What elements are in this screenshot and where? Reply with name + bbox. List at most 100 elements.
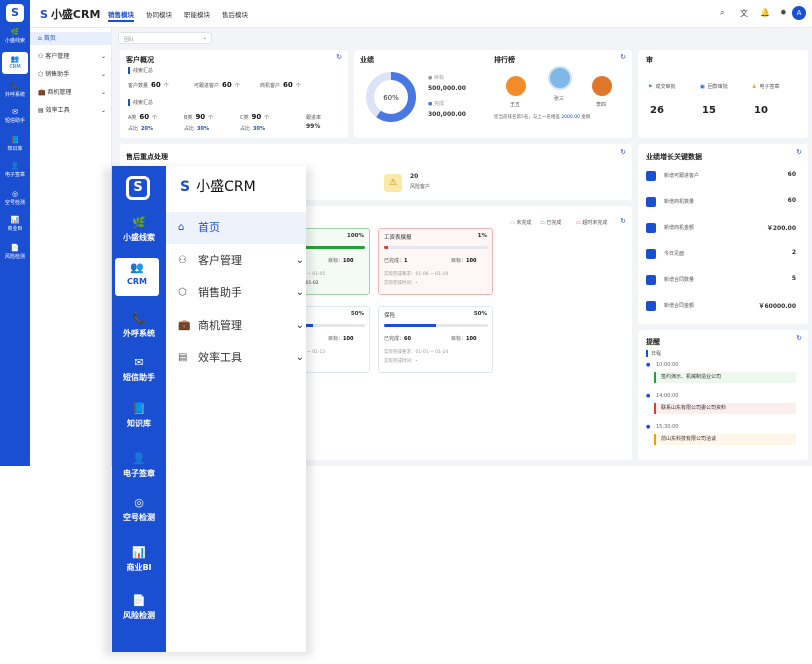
conversion-value: 99% [306,123,321,130]
front-menu-item-customer[interactable]: ⚇ 客户管理 ⌄ [166,245,306,277]
rail-item-leads[interactable]: 🌿 小盛线索 [0,28,30,44]
esign-icon: 👤 [132,452,146,465]
growth-label: 今日见面 [664,251,685,257]
refresh-icon[interactable]: ↻ [620,148,626,156]
reminder-item[interactable]: 签约演示、机械制造业公司 [654,372,796,383]
menu-item-sales-assistant[interactable]: ⬡ 销售助手 ⌄ [30,68,112,81]
front-rail-item-risk[interactable]: 📄 风险检测 [112,594,166,621]
target-label: 目标： [451,336,467,342]
team-filter[interactable]: 团队 ⌄ [118,32,212,44]
front-menu-item-tools[interactable]: ▤ 效率工具 ⌄ [166,342,306,374]
translate-icon[interactable]: 文 [740,8,748,19]
app-logo-icon: S [6,4,24,22]
menu-label: 商机管理 [47,89,72,96]
refresh-icon[interactable]: ↻ [620,217,626,225]
rail-item-sms[interactable]: ✉ 短信助手 [0,108,30,124]
category-unit: 个 [208,115,214,121]
growth-label: 新增可跟进客户 [664,173,700,179]
timeline-dot-icon: ● [646,362,651,368]
actual-label: 实际完成时间： [384,359,416,364]
avatar[interactable]: A [792,6,806,20]
performance-title: 业绩 [360,56,374,64]
rank-gap-unit: 金额 [581,115,591,120]
bi-icon: 📊 [10,216,20,224]
rail-item-numcheck[interactable]: ◎ 空号检测 [0,190,30,206]
bell-icon[interactable]: 🔔 [760,8,770,17]
done-label: 已完成： [384,336,405,342]
topnav-aftersales[interactable]: 售后模块 [222,9,248,19]
menu-item-home[interactable]: ⌂ 首页 [30,32,112,45]
rail-label: CRM [9,64,21,70]
front-menu-label: 商机管理 [198,318,242,332]
front-brand: S 小盛CRM [180,176,256,196]
rail-item-risk[interactable]: 📄 风险检测 [0,244,30,260]
legend-done-label: 已完成 [546,220,562,226]
legend-overdue-label: 超时未完成 [582,220,608,226]
required-label: 实际完成要求： [384,272,416,277]
front-rail-item-leads[interactable]: 🌿 小盛线索 [112,216,166,243]
legend-done: ▭ 已完成 [540,220,562,226]
rail-item-crm[interactable]: 👥 CRM [2,52,28,74]
seal-icon: ♟ [752,84,757,90]
rail-label: 小盛线索 [4,38,25,44]
menu-item-tools[interactable]: ▤ 效率工具 ⌄ [30,104,112,117]
approval-item[interactable]: ▣ 回款审批 [700,83,728,90]
rail-label: 外呼系统 [4,92,25,98]
share-label: 占比 [240,126,251,132]
front-rail-item-crm[interactable]: 👥 CRM [115,258,159,296]
refresh-icon[interactable]: ↻ [336,53,342,61]
task-progress [384,246,488,249]
rail-item-callcenter[interactable]: 📞 外呼系统 [0,82,30,98]
receipt-icon: ▣ [700,84,705,90]
menu-item-opportunity[interactable]: 💼 商机管理 ⌄ [30,86,112,99]
menu-item-customer[interactable]: ⚇ 客户管理 ⌄ [30,50,112,63]
growth-value: 60 [787,171,796,178]
customer-overview-card: 客户概况 ↻ 线索汇总 客户数量 60 个可跟进客户 60 个商机客户 60 个 线索汇总 … [120,50,348,138]
topnav-function[interactable]: 职能模块 [184,9,210,19]
front-menu-item-home[interactable]: ⌂ 首页 [166,212,306,244]
front-menu-item-sales-assistant[interactable]: ⬡ 销售助手 ⌄ [166,277,306,309]
refresh-icon[interactable]: ↻ [796,334,802,342]
task-card[interactable]: 保险 50% 已完成：60 目标：100 实际完成要求：01-01 ~ 01-24 实际完… [378,306,493,373]
front-rail-item-numcheck[interactable]: ◎ 空号检测 [112,496,166,523]
numcheck-icon: ◎ [11,190,19,198]
front-brand-name: 小盛CRM [196,179,256,195]
stat-label: 客户数量 [128,83,149,89]
rail-item-knowledge[interactable]: 📘 知识库 [0,136,30,152]
overview-stat: 可跟进客户 60 个 [194,81,240,89]
task-card[interactable]: 工资表撰报 1% 已完成：1 目标：100 实际完成要求：01-06 ~ 01-10 实际… [378,228,493,295]
rail-item-esign[interactable]: 👤 电子签章 [0,162,30,178]
front-rail-item-bi[interactable]: 📊 商业BI [112,546,166,573]
approval-item[interactable]: ⚑ 成交审批 [648,83,676,90]
customer-icon: ⚇ [178,254,187,266]
topnav-collab[interactable]: 协同模块 [146,9,172,19]
overview-section-1: 线索汇总 [128,67,153,74]
front-rail-item-knowledge[interactable]: 📘 知识库 [112,402,166,429]
front-rail-item-esign[interactable]: 👤 电子签章 [112,452,166,479]
task-title: 工资表撰报 [384,235,412,241]
growth-title: 业绩增长关键数据 [646,153,702,161]
rail-item-bi[interactable]: 📊 商业BI [0,216,30,232]
approval-item[interactable]: ♟ 电子签章 [752,83,780,90]
front-rail-label: 商业BI [126,563,152,572]
front-menu-item-opportunity[interactable]: 💼 商机管理 ⌄ [166,310,306,342]
target-value: 500,000.00 [428,85,466,92]
search-icon[interactable]: ⌕ [720,8,724,18]
front-rail-item-callcenter[interactable]: 📞 外呼系统 [112,312,166,339]
reminder-item[interactable]: 联系山东有限公司委公司资料 [654,403,796,414]
growth-value: 2 [791,249,796,256]
settings-icon[interactable]: ✹ [780,8,787,17]
chevron-down-icon: ⌄ [295,319,304,331]
refresh-icon[interactable]: ↻ [620,53,626,61]
tools-icon: ▤ [38,107,46,114]
sms-icon: ✉ [12,108,18,116]
topnav-sales[interactable]: 销售模块 [108,9,134,22]
front-rail-label: 小盛线索 [123,233,155,242]
front-rail-item-sms[interactable]: ✉ 短信助手 [112,356,166,383]
reminder-item[interactable]: 前山东科技有限公司洽谈 [654,434,796,445]
category-label: A类 [128,115,137,121]
rank-name-3: 李四 [596,102,607,108]
task-required: 实际完成要求：01-01 ~ 01-24 [384,349,448,355]
front-rail-label: 知识库 [127,419,151,428]
refresh-icon[interactable]: ↻ [796,148,802,156]
